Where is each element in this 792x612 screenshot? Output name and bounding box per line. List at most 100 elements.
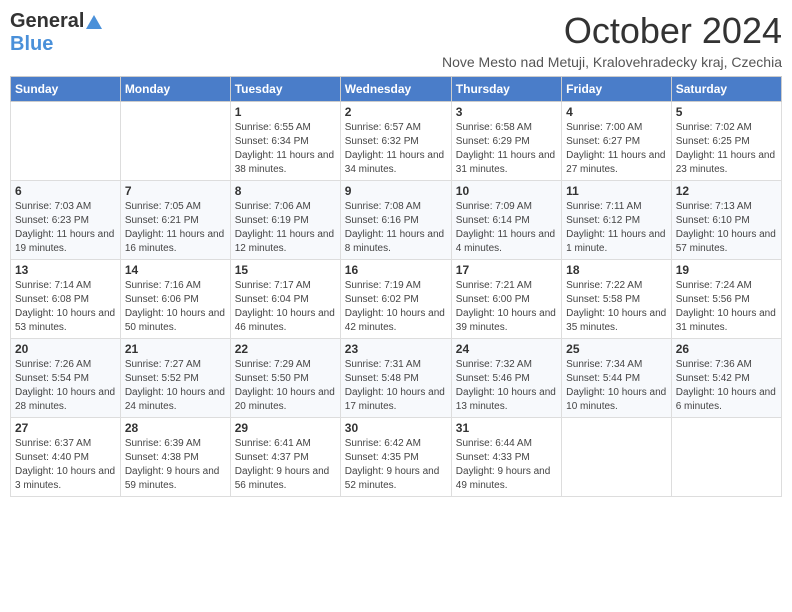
calendar-cell: 15 Sunrise: 7:17 AMSunset: 6:04 PMDayligh… (230, 260, 340, 339)
logo-triangle-icon (86, 15, 102, 29)
day-number: 13 (15, 263, 116, 277)
day-info: Sunrise: 7:26 AMSunset: 5:54 PMDaylight:… (15, 358, 116, 414)
calendar-cell: 23Sunrise: 7:31 AMSunset: 5:48 PMDayligh… (340, 339, 451, 418)
calendar-cell: 26 Sunrise: 7:36 AMSunset: 5:42 PMDayligh… (671, 339, 781, 418)
day-of-week-header: Friday (562, 77, 672, 102)
day-number: 5 (676, 105, 777, 119)
calendar-cell: 2 Sunrise: 6:57 AMSunset: 6:32 PMDaylight… (340, 102, 451, 181)
day-info: Sunrise: 7:14 AMSunset: 6:08 PMDaylight:… (15, 279, 116, 335)
day-number: 24 (456, 342, 557, 356)
day-number: 17 (456, 263, 557, 277)
calendar-body: 1 Sunrise: 6:55 AMSunset: 6:34 PMDaylight… (11, 102, 782, 497)
day-number: 20 (15, 342, 116, 356)
days-of-week-row: SundayMondayTuesdayWednesdayThursdayFrid… (11, 77, 782, 102)
logo-blue-text: Blue (10, 33, 53, 56)
day-number: 21 (125, 342, 226, 356)
day-number: 28 (125, 421, 226, 435)
calendar-week-row: 20 Sunrise: 7:26 AMSunset: 5:54 PMDayligh… (11, 339, 782, 418)
day-number: 18 (566, 263, 667, 277)
day-number: 15 (235, 263, 336, 277)
month-title: October 2024 (442, 10, 782, 52)
calendar-cell: 29Sunrise: 6:41 AMSunset: 4:37 PMDayligh… (230, 418, 340, 497)
calendar-cell: 21 Sunrise: 7:27 AMSunset: 5:52 PMDayligh… (120, 339, 230, 418)
day-info: Sunrise: 7:17 AMSunset: 6:04 PMDaylight:… (235, 279, 336, 335)
calendar-cell: 20 Sunrise: 7:26 AMSunset: 5:54 PMDayligh… (11, 339, 121, 418)
calendar-cell: 22 Sunrise: 7:29 AMSunset: 5:50 PMDayligh… (230, 339, 340, 418)
calendar-cell: 19Sunrise: 7:24 AMSunset: 5:56 PMDayligh… (671, 260, 781, 339)
calendar-cell: 10 Sunrise: 7:09 AMSunset: 6:14 PMDayligh… (451, 181, 561, 260)
day-number: 31 (456, 421, 557, 435)
day-info: Sunrise: 6:58 AMSunset: 6:29 PMDaylight:… (456, 121, 557, 177)
day-info: Sunrise: 7:24 AMSunset: 5:56 PMDaylight:… (676, 279, 777, 335)
day-of-week-header: Tuesday (230, 77, 340, 102)
day-number: 3 (456, 105, 557, 119)
day-number: 22 (235, 342, 336, 356)
day-info: Sunrise: 7:32 AMSunset: 5:46 PMDaylight:… (456, 358, 557, 414)
day-info: Sunrise: 7:36 AMSunset: 5:42 PMDaylight:… (676, 358, 777, 414)
calendar-cell: 13 Sunrise: 7:14 AMSunset: 6:08 PMDayligh… (11, 260, 121, 339)
day-number: 2 (345, 105, 447, 119)
day-of-week-header: Saturday (671, 77, 781, 102)
day-info: Sunrise: 7:27 AMSunset: 5:52 PMDaylight:… (125, 358, 226, 414)
day-info: Sunrise: 7:05 AMSunset: 6:21 PMDaylight:… (125, 200, 226, 256)
day-info: Sunrise: 7:22 AMSunset: 5:58 PMDaylight:… (566, 279, 667, 335)
day-info: Sunrise: 7:29 AMSunset: 5:50 PMDaylight:… (235, 358, 336, 414)
day-info: Sunrise: 7:02 AMSunset: 6:25 PMDaylight:… (676, 121, 777, 177)
calendar-cell (671, 418, 781, 497)
calendar-cell: 18 Sunrise: 7:22 AMSunset: 5:58 PMDayligh… (562, 260, 672, 339)
day-number: 7 (125, 184, 226, 198)
calendar-cell: 24 Sunrise: 7:32 AMSunset: 5:46 PMDayligh… (451, 339, 561, 418)
day-of-week-header: Wednesday (340, 77, 451, 102)
day-number: 16 (345, 263, 447, 277)
day-info: Sunrise: 7:13 AMSunset: 6:10 PMDaylight:… (676, 200, 777, 256)
day-info: Sunrise: 7:11 AMSunset: 6:12 PMDaylight:… (566, 200, 667, 256)
calendar-cell: 14Sunrise: 7:16 AMSunset: 6:06 PMDayligh… (120, 260, 230, 339)
day-number: 4 (566, 105, 667, 119)
calendar-cell: 7 Sunrise: 7:05 AMSunset: 6:21 PMDaylight… (120, 181, 230, 260)
title-block: October 2024 Nove Mesto nad Metuji, Kral… (442, 10, 782, 70)
logo-general-text: General (10, 10, 84, 33)
calendar-cell: 11 Sunrise: 7:11 AMSunset: 6:12 PMDayligh… (562, 181, 672, 260)
day-info: Sunrise: 6:39 AMSunset: 4:38 PMDaylight:… (125, 437, 226, 493)
calendar-week-row: 6Sunrise: 7:03 AMSunset: 6:23 PMDaylight… (11, 181, 782, 260)
day-info: Sunrise: 7:08 AMSunset: 6:16 PMDaylight:… (345, 200, 447, 256)
day-info: Sunrise: 7:00 AMSunset: 6:27 PMDaylight:… (566, 121, 667, 177)
day-number: 23 (345, 342, 447, 356)
day-number: 26 (676, 342, 777, 356)
day-info: Sunrise: 7:16 AMSunset: 6:06 PMDaylight:… (125, 279, 226, 335)
calendar-cell: 8Sunrise: 7:06 AMSunset: 6:19 PMDaylight… (230, 181, 340, 260)
location-subtitle: Nove Mesto nad Metuji, Kralovehradecky k… (442, 54, 782, 70)
calendar-table: SundayMondayTuesdayWednesdayThursdayFrid… (10, 76, 782, 497)
day-info: Sunrise: 7:03 AMSunset: 6:23 PMDaylight:… (15, 200, 116, 256)
day-info: Sunrise: 7:06 AMSunset: 6:19 PMDaylight:… (235, 200, 336, 256)
day-info: Sunrise: 6:55 AMSunset: 6:34 PMDaylight:… (235, 121, 336, 177)
calendar-cell: 6Sunrise: 7:03 AMSunset: 6:23 PMDaylight… (11, 181, 121, 260)
day-number: 27 (15, 421, 116, 435)
day-info: Sunrise: 6:42 AMSunset: 4:35 PMDaylight:… (345, 437, 447, 493)
logo: General Blue (10, 10, 102, 56)
calendar-cell: 28 Sunrise: 6:39 AMSunset: 4:38 PMDayligh… (120, 418, 230, 497)
calendar-week-row: 1 Sunrise: 6:55 AMSunset: 6:34 PMDaylight… (11, 102, 782, 181)
day-number: 10 (456, 184, 557, 198)
calendar-cell: 16 Sunrise: 7:19 AMSunset: 6:02 PMDayligh… (340, 260, 451, 339)
calendar-cell: 25Sunrise: 7:34 AMSunset: 5:44 PMDayligh… (562, 339, 672, 418)
day-number: 11 (566, 184, 667, 198)
day-info: Sunrise: 7:21 AMSunset: 6:00 PMDaylight:… (456, 279, 557, 335)
day-info: Sunrise: 7:09 AMSunset: 6:14 PMDaylight:… (456, 200, 557, 256)
day-number: 30 (345, 421, 447, 435)
page-header: General Blue October 2024 Nove Mesto nad… (10, 10, 782, 70)
calendar-cell: 3 Sunrise: 6:58 AMSunset: 6:29 PMDaylight… (451, 102, 561, 181)
calendar-cell: 9Sunrise: 7:08 AMSunset: 6:16 PMDaylight… (340, 181, 451, 260)
day-of-week-header: Thursday (451, 77, 561, 102)
calendar-cell (120, 102, 230, 181)
calendar-cell (562, 418, 672, 497)
day-info: Sunrise: 7:34 AMSunset: 5:44 PMDaylight:… (566, 358, 667, 414)
day-number: 1 (235, 105, 336, 119)
day-of-week-header: Monday (120, 77, 230, 102)
day-of-week-header: Sunday (11, 77, 121, 102)
calendar-cell: 12Sunrise: 7:13 AMSunset: 6:10 PMDayligh… (671, 181, 781, 260)
day-info: Sunrise: 7:19 AMSunset: 6:02 PMDaylight:… (345, 279, 447, 335)
calendar-cell: 4 Sunrise: 7:00 AMSunset: 6:27 PMDaylight… (562, 102, 672, 181)
day-info: Sunrise: 6:57 AMSunset: 6:32 PMDaylight:… (345, 121, 447, 177)
day-info: Sunrise: 6:37 AMSunset: 4:40 PMDaylight:… (15, 437, 116, 493)
